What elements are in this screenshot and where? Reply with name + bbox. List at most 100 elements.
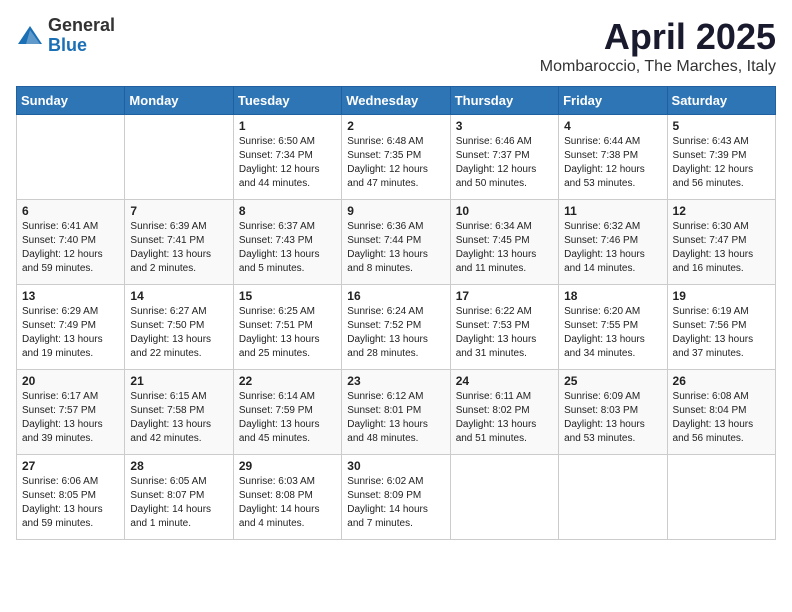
day-number: 19 [673, 289, 770, 303]
calendar-cell: 16 Sunrise: 6:24 AM Sunset: 7:52 PM Dayli… [342, 285, 450, 370]
calendar-day-header: Thursday [450, 87, 558, 115]
day-number: 5 [673, 119, 770, 133]
calendar-cell: 12 Sunrise: 6:30 AM Sunset: 7:47 PM Dayli… [667, 200, 775, 285]
calendar-cell: 13Sunrise: 6:29 AM Sunset: 7:49 PM Dayli… [17, 285, 125, 370]
day-number: 18 [564, 289, 661, 303]
calendar-table: SundayMondayTuesdayWednesdayThursdayFrid… [16, 86, 776, 540]
calendar-cell [667, 455, 775, 540]
cell-content: Sunrise: 6:30 AM Sunset: 7:47 PM Dayligh… [673, 220, 770, 276]
calendar-cell: 17 Sunrise: 6:22 AM Sunset: 7:53 PM Dayli… [450, 285, 558, 370]
calendar-cell: 23 Sunrise: 6:12 AM Sunset: 8:01 PM Dayli… [342, 370, 450, 455]
calendar-day-header: Sunday [17, 87, 125, 115]
calendar-cell: 2 Sunrise: 6:48 AM Sunset: 7:35 PM Daylig… [342, 115, 450, 200]
day-number: 7 [130, 204, 227, 218]
day-number: 1 [239, 119, 336, 133]
day-number: 16 [347, 289, 444, 303]
day-number: 17 [456, 289, 553, 303]
calendar-week-row: 13Sunrise: 6:29 AM Sunset: 7:49 PM Dayli… [17, 285, 776, 370]
day-number: 12 [673, 204, 770, 218]
calendar-cell [17, 115, 125, 200]
calendar-cell: 5 Sunrise: 6:43 AM Sunset: 7:39 PM Daylig… [667, 115, 775, 200]
calendar-cell: 15 Sunrise: 6:25 AM Sunset: 7:51 PM Dayli… [233, 285, 341, 370]
calendar-day-header: Tuesday [233, 87, 341, 115]
calendar-cell [559, 455, 667, 540]
cell-content: Sunrise: 6:36 AM Sunset: 7:44 PM Dayligh… [347, 220, 444, 276]
cell-content: Sunrise: 6:20 AM Sunset: 7:55 PM Dayligh… [564, 305, 661, 361]
calendar-cell: 28Sunrise: 6:05 AM Sunset: 8:07 PM Dayli… [125, 455, 233, 540]
cell-content: Sunrise: 6:03 AM Sunset: 8:08 PM Dayligh… [239, 475, 336, 531]
cell-content: Sunrise: 6:29 AM Sunset: 7:49 PM Dayligh… [22, 305, 119, 361]
calendar-cell: 30Sunrise: 6:02 AM Sunset: 8:09 PM Dayli… [342, 455, 450, 540]
day-number: 23 [347, 374, 444, 388]
cell-content: Sunrise: 6:08 AM Sunset: 8:04 PM Dayligh… [673, 390, 770, 446]
cell-content: Sunrise: 6:09 AM Sunset: 8:03 PM Dayligh… [564, 390, 661, 446]
calendar-day-header: Saturday [667, 87, 775, 115]
cell-content: Sunrise: 6:41 AM Sunset: 7:40 PM Dayligh… [22, 220, 119, 276]
calendar-cell [125, 115, 233, 200]
calendar-header-row: SundayMondayTuesdayWednesdayThursdayFrid… [17, 87, 776, 115]
calendar-cell: 10 Sunrise: 6:34 AM Sunset: 7:45 PM Dayli… [450, 200, 558, 285]
cell-content: Sunrise: 6:39 AM Sunset: 7:41 PM Dayligh… [130, 220, 227, 276]
calendar-cell: 29Sunrise: 6:03 AM Sunset: 8:08 PM Dayli… [233, 455, 341, 540]
cell-content: Sunrise: 6:17 AM Sunset: 7:57 PM Dayligh… [22, 390, 119, 446]
calendar-cell: 4 Sunrise: 6:44 AM Sunset: 7:38 PM Daylig… [559, 115, 667, 200]
calendar-cell: 22 Sunrise: 6:14 AM Sunset: 7:59 PM Dayli… [233, 370, 341, 455]
day-number: 27 [22, 459, 119, 473]
logo: General Blue [16, 16, 115, 56]
cell-content: Sunrise: 6:25 AM Sunset: 7:51 PM Dayligh… [239, 305, 336, 361]
calendar-cell: 24Sunrise: 6:11 AM Sunset: 8:02 PM Dayli… [450, 370, 558, 455]
day-number: 24 [456, 374, 553, 388]
cell-content: Sunrise: 6:48 AM Sunset: 7:35 PM Dayligh… [347, 135, 444, 191]
day-number: 15 [239, 289, 336, 303]
day-number: 6 [22, 204, 119, 218]
calendar-week-row: 6 Sunrise: 6:41 AM Sunset: 7:40 PM Daylig… [17, 200, 776, 285]
cell-content: Sunrise: 6:44 AM Sunset: 7:38 PM Dayligh… [564, 135, 661, 191]
day-number: 14 [130, 289, 227, 303]
calendar-cell: 8 Sunrise: 6:37 AM Sunset: 7:43 PM Daylig… [233, 200, 341, 285]
calendar-week-row: 27 Sunrise: 6:06 AM Sunset: 8:05 PM Dayli… [17, 455, 776, 540]
cell-content: Sunrise: 6:34 AM Sunset: 7:45 PM Dayligh… [456, 220, 553, 276]
calendar-day-header: Monday [125, 87, 233, 115]
calendar-cell: 26 Sunrise: 6:08 AM Sunset: 8:04 PM Dayli… [667, 370, 775, 455]
calendar-cell: 9 Sunrise: 6:36 AM Sunset: 7:44 PM Daylig… [342, 200, 450, 285]
day-number: 8 [239, 204, 336, 218]
cell-content: Sunrise: 6:43 AM Sunset: 7:39 PM Dayligh… [673, 135, 770, 191]
cell-content: Sunrise: 6:27 AM Sunset: 7:50 PM Dayligh… [130, 305, 227, 361]
day-number: 2 [347, 119, 444, 133]
cell-content: Sunrise: 6:24 AM Sunset: 7:52 PM Dayligh… [347, 305, 444, 361]
calendar-cell [450, 455, 558, 540]
cell-content: Sunrise: 6:06 AM Sunset: 8:05 PM Dayligh… [22, 475, 119, 531]
day-number: 3 [456, 119, 553, 133]
location-title: Mombaroccio, The Marches, Italy [540, 58, 776, 76]
logo-blue: Blue [48, 36, 115, 56]
logo-text: General Blue [48, 16, 115, 56]
calendar-cell: 18 Sunrise: 6:20 AM Sunset: 7:55 PM Dayli… [559, 285, 667, 370]
calendar-cell: 6 Sunrise: 6:41 AM Sunset: 7:40 PM Daylig… [17, 200, 125, 285]
calendar-week-row: 1Sunrise: 6:50 AM Sunset: 7:34 PM Daylig… [17, 115, 776, 200]
calendar-cell: 1Sunrise: 6:50 AM Sunset: 7:34 PM Daylig… [233, 115, 341, 200]
day-number: 21 [130, 374, 227, 388]
day-number: 9 [347, 204, 444, 218]
day-number: 30 [347, 459, 444, 473]
calendar-week-row: 20Sunrise: 6:17 AM Sunset: 7:57 PM Dayli… [17, 370, 776, 455]
day-number: 22 [239, 374, 336, 388]
calendar-cell: 20Sunrise: 6:17 AM Sunset: 7:57 PM Dayli… [17, 370, 125, 455]
cell-content: Sunrise: 6:22 AM Sunset: 7:53 PM Dayligh… [456, 305, 553, 361]
logo-icon [16, 22, 44, 50]
title-block: April 2025 Mombaroccio, The Marches, Ita… [540, 16, 776, 76]
calendar-cell: 21Sunrise: 6:15 AM Sunset: 7:58 PM Dayli… [125, 370, 233, 455]
day-number: 26 [673, 374, 770, 388]
day-number: 11 [564, 204, 661, 218]
calendar-day-header: Friday [559, 87, 667, 115]
cell-content: Sunrise: 6:46 AM Sunset: 7:37 PM Dayligh… [456, 135, 553, 191]
page-header: General Blue April 2025 Mombaroccio, The… [16, 16, 776, 76]
cell-content: Sunrise: 6:37 AM Sunset: 7:43 PM Dayligh… [239, 220, 336, 276]
calendar-day-header: Wednesday [342, 87, 450, 115]
day-number: 10 [456, 204, 553, 218]
calendar-cell: 27 Sunrise: 6:06 AM Sunset: 8:05 PM Dayli… [17, 455, 125, 540]
cell-content: Sunrise: 6:12 AM Sunset: 8:01 PM Dayligh… [347, 390, 444, 446]
cell-content: Sunrise: 6:14 AM Sunset: 7:59 PM Dayligh… [239, 390, 336, 446]
day-number: 4 [564, 119, 661, 133]
logo-general: General [48, 16, 115, 36]
cell-content: Sunrise: 6:05 AM Sunset: 8:07 PM Dayligh… [130, 475, 227, 531]
